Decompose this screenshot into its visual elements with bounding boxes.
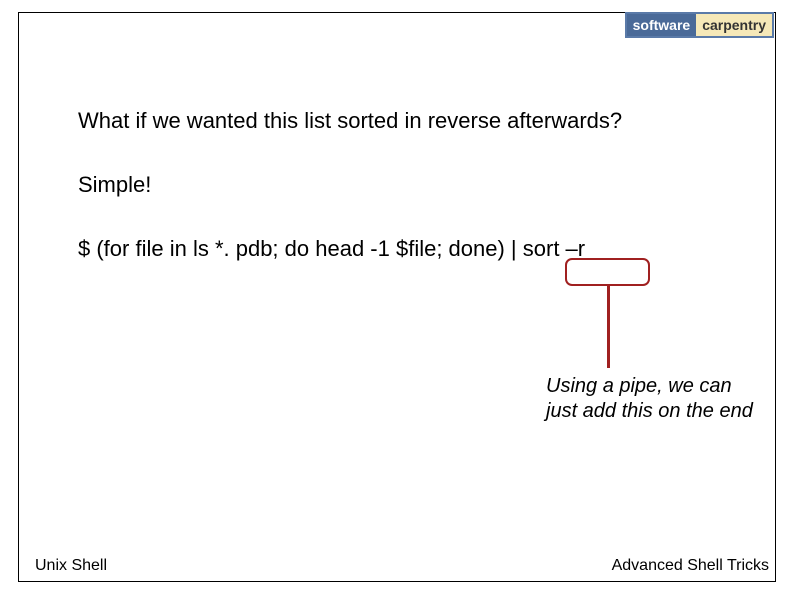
question-text: What if we wanted this list sorted in re…	[78, 108, 718, 134]
command-code: (for file in ls *. pdb; do head -1 $file…	[96, 236, 585, 261]
slide-frame	[18, 12, 776, 582]
exclaim-text: Simple!	[78, 172, 718, 198]
footer-right: Advanced Shell Tricks	[612, 557, 769, 575]
prompt-symbol: $	[78, 236, 96, 261]
highlight-box	[565, 258, 650, 286]
logo-right-text: carpentry	[696, 14, 772, 36]
logo-left-text: software	[627, 14, 697, 36]
footer-left: Unix Shell	[35, 557, 107, 575]
callout-connector	[607, 286, 610, 368]
logo: software carpentry	[625, 12, 774, 38]
callout-annotation: Using a pipe, we can just add this on th…	[546, 374, 756, 424]
slide-content: What if we wanted this list sorted in re…	[78, 108, 718, 262]
